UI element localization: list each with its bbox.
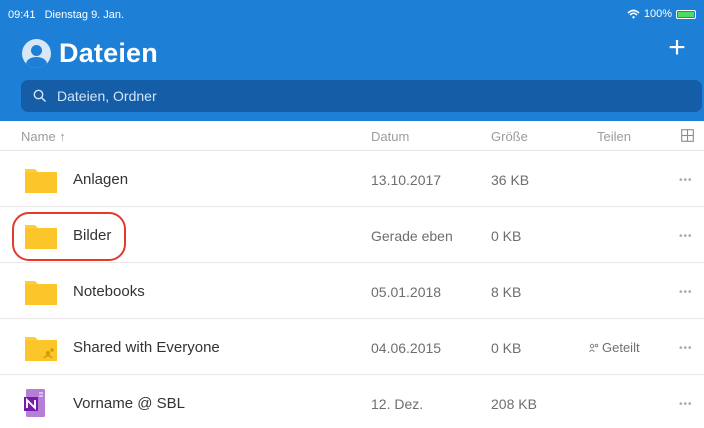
avatar[interactable] — [22, 38, 51, 68]
column-name-label: Name — [21, 129, 56, 144]
status-bar: 09:41 Dienstag 9. Jan. 100% — [0, 0, 704, 26]
more-options-icon[interactable]: ••• — [679, 175, 693, 186]
column-share[interactable]: Teilen — [597, 129, 631, 144]
battery-icon — [676, 9, 696, 19]
list-header: Name ↑ Datum Größe Teilen — [0, 121, 704, 151]
more-options-icon[interactable]: ••• — [679, 231, 693, 242]
search-icon — [33, 89, 47, 103]
file-date: Gerade eben — [371, 228, 453, 244]
column-name[interactable]: Name ↑ — [21, 129, 66, 144]
column-date[interactable]: Datum — [371, 129, 409, 144]
column-size[interactable]: Größe — [491, 129, 528, 144]
highlight-circle — [12, 212, 126, 261]
file-size: 36 KB — [491, 172, 530, 188]
onenote-icon — [24, 389, 45, 417]
file-name: Vorname @ SBL — [73, 395, 185, 412]
file-size: 208 KB — [491, 396, 537, 412]
file-name: Anlagen — [73, 171, 129, 188]
file-row-anlagen[interactable]: Anlagen 13.10.2017 36 KB ••• — [0, 151, 704, 207]
share-label: Geteilt — [602, 340, 640, 355]
status-time: 09:41 — [8, 9, 36, 21]
search-bar[interactable] — [21, 80, 702, 112]
folder-icon — [25, 281, 57, 305]
file-name: Notebooks — [73, 283, 145, 300]
status-right: 100% — [627, 8, 696, 20]
app-header: 09:41 Dienstag 9. Jan. 100% Dateien + — [0, 0, 704, 121]
more-options-icon[interactable]: ••• — [679, 343, 693, 354]
grid-view-icon[interactable] — [681, 129, 694, 142]
battery-percent: 100% — [643, 8, 672, 20]
more-options-icon[interactable]: ••• — [679, 399, 693, 410]
title-row: Dateien — [22, 35, 158, 71]
file-size: 0 KB — [491, 340, 522, 356]
file-date: 13.10.2017 — [371, 172, 442, 188]
wifi-icon — [627, 9, 640, 19]
page-title: Dateien — [59, 37, 158, 68]
sort-arrow-icon[interactable]: ↑ — [59, 129, 66, 144]
add-button[interactable]: + — [665, 33, 689, 63]
file-size: 0 KB — [491, 228, 522, 244]
status-left: 09:41 Dienstag 9. Jan. — [8, 9, 130, 21]
shared-folder-icon — [25, 337, 57, 361]
share-status: Geteilt — [589, 340, 640, 355]
file-row-shared-with-everyone[interactable]: Shared with Everyone 04.06.2015 0 KB Get… — [0, 319, 704, 375]
status-date: Dienstag 9. Jan. — [44, 9, 125, 21]
file-row-notebooks[interactable]: Notebooks 05.01.2018 8 KB ••• — [0, 263, 704, 319]
file-size: 8 KB — [491, 284, 522, 300]
file-row-vorname-sbl[interactable]: Vorname @ SBL 12. Dez. 208 KB ••• — [0, 375, 704, 428]
file-date: 04.06.2015 — [371, 340, 442, 356]
folder-icon — [25, 169, 57, 193]
more-options-icon[interactable]: ••• — [679, 287, 693, 298]
search-input[interactable] — [57, 88, 657, 104]
file-date: 12. Dez. — [371, 396, 424, 412]
file-date: 05.01.2018 — [371, 284, 442, 300]
shared-people-icon — [589, 343, 599, 352]
file-name: Shared with Everyone — [73, 339, 220, 356]
